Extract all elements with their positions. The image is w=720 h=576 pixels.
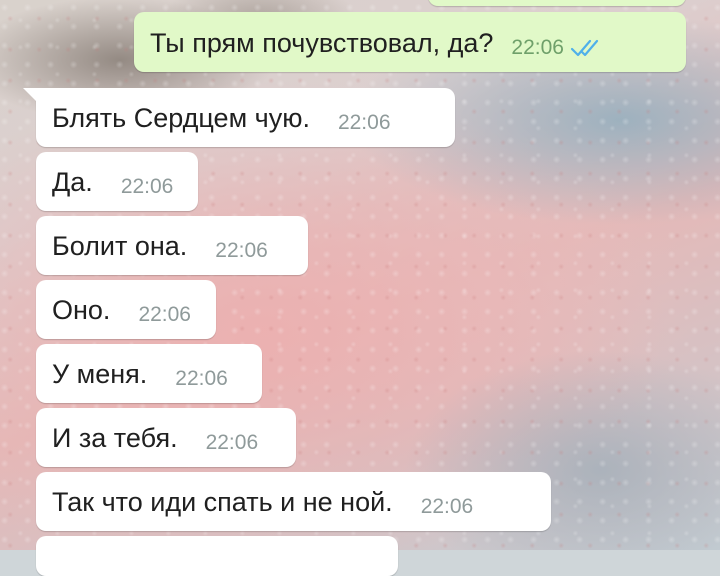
message-time: 22:06 bbox=[175, 367, 228, 390]
message-time: 22:06 bbox=[215, 239, 268, 262]
message-bubble-incoming[interactable]: И за тебя. 22:06 bbox=[36, 408, 296, 467]
message-time: 22:06 bbox=[120, 175, 174, 198]
message-bubble-incoming[interactable]: У меня. 22:06 bbox=[36, 344, 262, 403]
message-bubble-incoming[interactable]: Оно. 22:06 bbox=[36, 280, 216, 339]
message-bubble-incoming[interactable]: Болит она. 22:06 bbox=[36, 216, 308, 275]
message-bubble-incoming-partial[interactable] bbox=[36, 536, 398, 576]
bubble-tail bbox=[23, 88, 39, 104]
wallpaper-texture bbox=[0, 0, 720, 550]
message-text: Оно. bbox=[52, 295, 111, 325]
message-bubble-outgoing-partial[interactable] bbox=[428, 0, 686, 6]
message-text: Да. bbox=[52, 167, 93, 197]
message-text: Блять Сердцем чую. bbox=[52, 103, 310, 133]
double-check-icon bbox=[570, 39, 599, 57]
message-time: 22:06 bbox=[205, 431, 259, 454]
message-bubble-outgoing[interactable]: Ты прям почувствовал, да? 22:06 bbox=[134, 12, 686, 72]
message-time: 22:06 bbox=[138, 303, 191, 326]
message-bubble-incoming[interactable]: Так что иди спать и не ной. 22:06 bbox=[36, 472, 551, 531]
message-bubble-incoming[interactable]: Да. 22:06 bbox=[36, 152, 198, 211]
message-time: 22:06 bbox=[420, 495, 474, 518]
message-bubble-incoming[interactable]: Блять Сердцем чую. 22:06 bbox=[23, 88, 455, 147]
message-text: Так что иди спать и не ной. bbox=[52, 487, 393, 517]
message-text: Ты прям почувствовал, да? bbox=[150, 28, 494, 58]
message-time: 22:06 bbox=[511, 36, 564, 59]
message-time: 22:06 bbox=[337, 111, 391, 134]
message-text: И за тебя. bbox=[52, 423, 178, 453]
message-text: Болит она. bbox=[52, 231, 188, 261]
message-text: У меня. bbox=[52, 359, 148, 389]
